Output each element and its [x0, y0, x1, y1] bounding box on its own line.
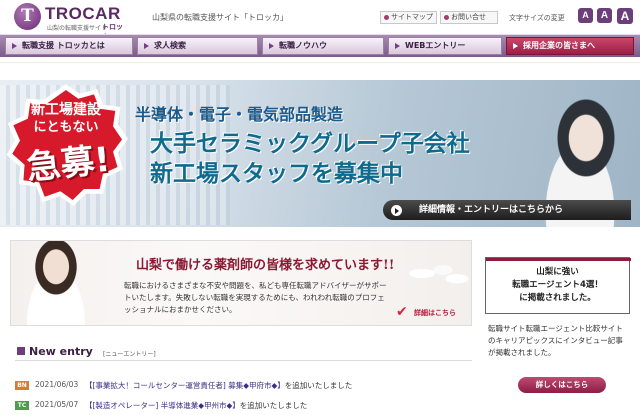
banner-headline-2: 大手セラミックグループ子会社: [150, 131, 470, 157]
font-size-large-button[interactable]: A: [617, 8, 633, 24]
pharmacist-body: 転職におけるさまざまな不安や問題を、私ども専任転職アドバイザーがサポートいたしま…: [124, 281, 387, 314]
entry-link[interactable]: 【[事業拡大！コールセンター運営責任者] 募集◆甲府市◆】: [85, 381, 285, 390]
site-tagline: 山梨県の転職支援サイト「トロッカ」: [152, 13, 288, 22]
pharmacist-title: 山梨で働ける薬剤師の皆様を求めています!!: [136, 258, 395, 273]
new-entry-title: New entry: [29, 345, 93, 358]
category-badge: BN: [15, 381, 29, 390]
font-size-small-button[interactable]: A: [578, 8, 593, 23]
list-item: TC 2021/05/07 【[製造オペレーター] 半導体進業◆甲州市◆】を追加…: [15, 398, 472, 413]
site-logo[interactable]: T TROCAR 山梨の転職支援サイト トロッカ: [14, 3, 124, 41]
check-icon: ✔: [396, 304, 408, 320]
entry-date: 2021/05/07: [35, 400, 79, 409]
agent-feature-box[interactable]: 山梨に強い 転職エージェント4選！ に掲載されました。: [485, 257, 631, 314]
agent-line1: 山梨に強い: [536, 267, 579, 277]
banner-headline-3: 新工場スタッフを募集中: [150, 161, 403, 187]
pills-image: [401, 256, 471, 291]
sidebar: 山梨に強い 転職エージェント4選！ に掲載されました。 転職サイト転職エージェン…: [485, 235, 631, 415]
square-bullet-icon: [17, 347, 25, 355]
font-size-label: 文字サイズの変更: [509, 14, 565, 22]
banner-detail-button[interactable]: 詳細情報・エントリーはこちらから: [383, 200, 631, 220]
entry-link[interactable]: 【[製造オペレーター] 半導体進業◆甲州市◆】: [85, 401, 240, 410]
contact-link[interactable]: お問い合せ: [440, 11, 498, 24]
pharmacist-banner[interactable]: 山梨で働ける薬剤師の皆様を求めています!! 転職におけるさまざまな不安や問題を、…: [10, 240, 472, 326]
category-badge: TC: [15, 401, 29, 410]
new-entry-heading: New entry [ニューエントリー]: [15, 343, 472, 361]
sidebar-detail-button[interactable]: 詳しくはこちら: [518, 377, 606, 393]
nav-web-entry[interactable]: WEBエントリー: [388, 37, 502, 55]
list-item: BN 2021/06/03 【[事業拡大！コールセンター運営責任者] 募集◆甲府…: [15, 378, 472, 393]
sidebar-description: 転職サイト転職エージェント比較サイトのキャリアピックスにインタビュー記事が掲載さ…: [488, 324, 623, 357]
nav-job-search[interactable]: 求人検索: [137, 37, 258, 55]
entry-text: 【[事業拡大！コールセンター運営責任者] 募集◆甲府市◆】を追加いたしました: [85, 380, 352, 391]
pharmacist-detail-link[interactable]: 詳細はこちら: [414, 308, 456, 318]
agent-line2: 転職エージェント4選！: [512, 280, 603, 290]
logo-subtitle: 山梨の転職支援サイト: [47, 25, 108, 32]
site-header: T TROCAR 山梨の転職支援サイト トロッカ 山梨県の転職支援サイト「トロッ…: [0, 0, 640, 41]
nav-for-employers[interactable]: 採用企業の皆さまへ: [506, 37, 634, 55]
entry-suffix: を追加いたしました: [284, 381, 353, 390]
logo-mark-letter: T: [21, 6, 34, 26]
entry-date: 2021/06/03: [35, 380, 79, 389]
entry-suffix: を追加いたしました: [239, 401, 308, 410]
agent-line3: に掲載されました。: [519, 293, 596, 303]
banner-headline-1: 半導体・電子・電気部品製造: [135, 105, 344, 124]
logo-wordmark: TROCAR: [45, 4, 121, 23]
new-entry-subtitle: [ニューエントリー]: [103, 351, 156, 358]
sitemap-link[interactable]: サイトマップ: [380, 11, 437, 24]
pharmacist-photo: [11, 241, 101, 325]
divider: [0, 62, 640, 63]
entry-text: 【[製造オペレーター] 半導体進業◆甲州市◆】を追加いたしました: [85, 400, 307, 411]
nav-about[interactable]: 転職支援 トロッカとは: [5, 37, 133, 55]
main-navigation: 転職支援 トロッカとは 求人検索 転職ノウハウ WEBエントリー 採用企業の皆さ…: [0, 34, 640, 57]
nav-know-how[interactable]: 転職ノウハウ: [262, 37, 384, 55]
font-size-medium-button[interactable]: A: [597, 8, 612, 23]
